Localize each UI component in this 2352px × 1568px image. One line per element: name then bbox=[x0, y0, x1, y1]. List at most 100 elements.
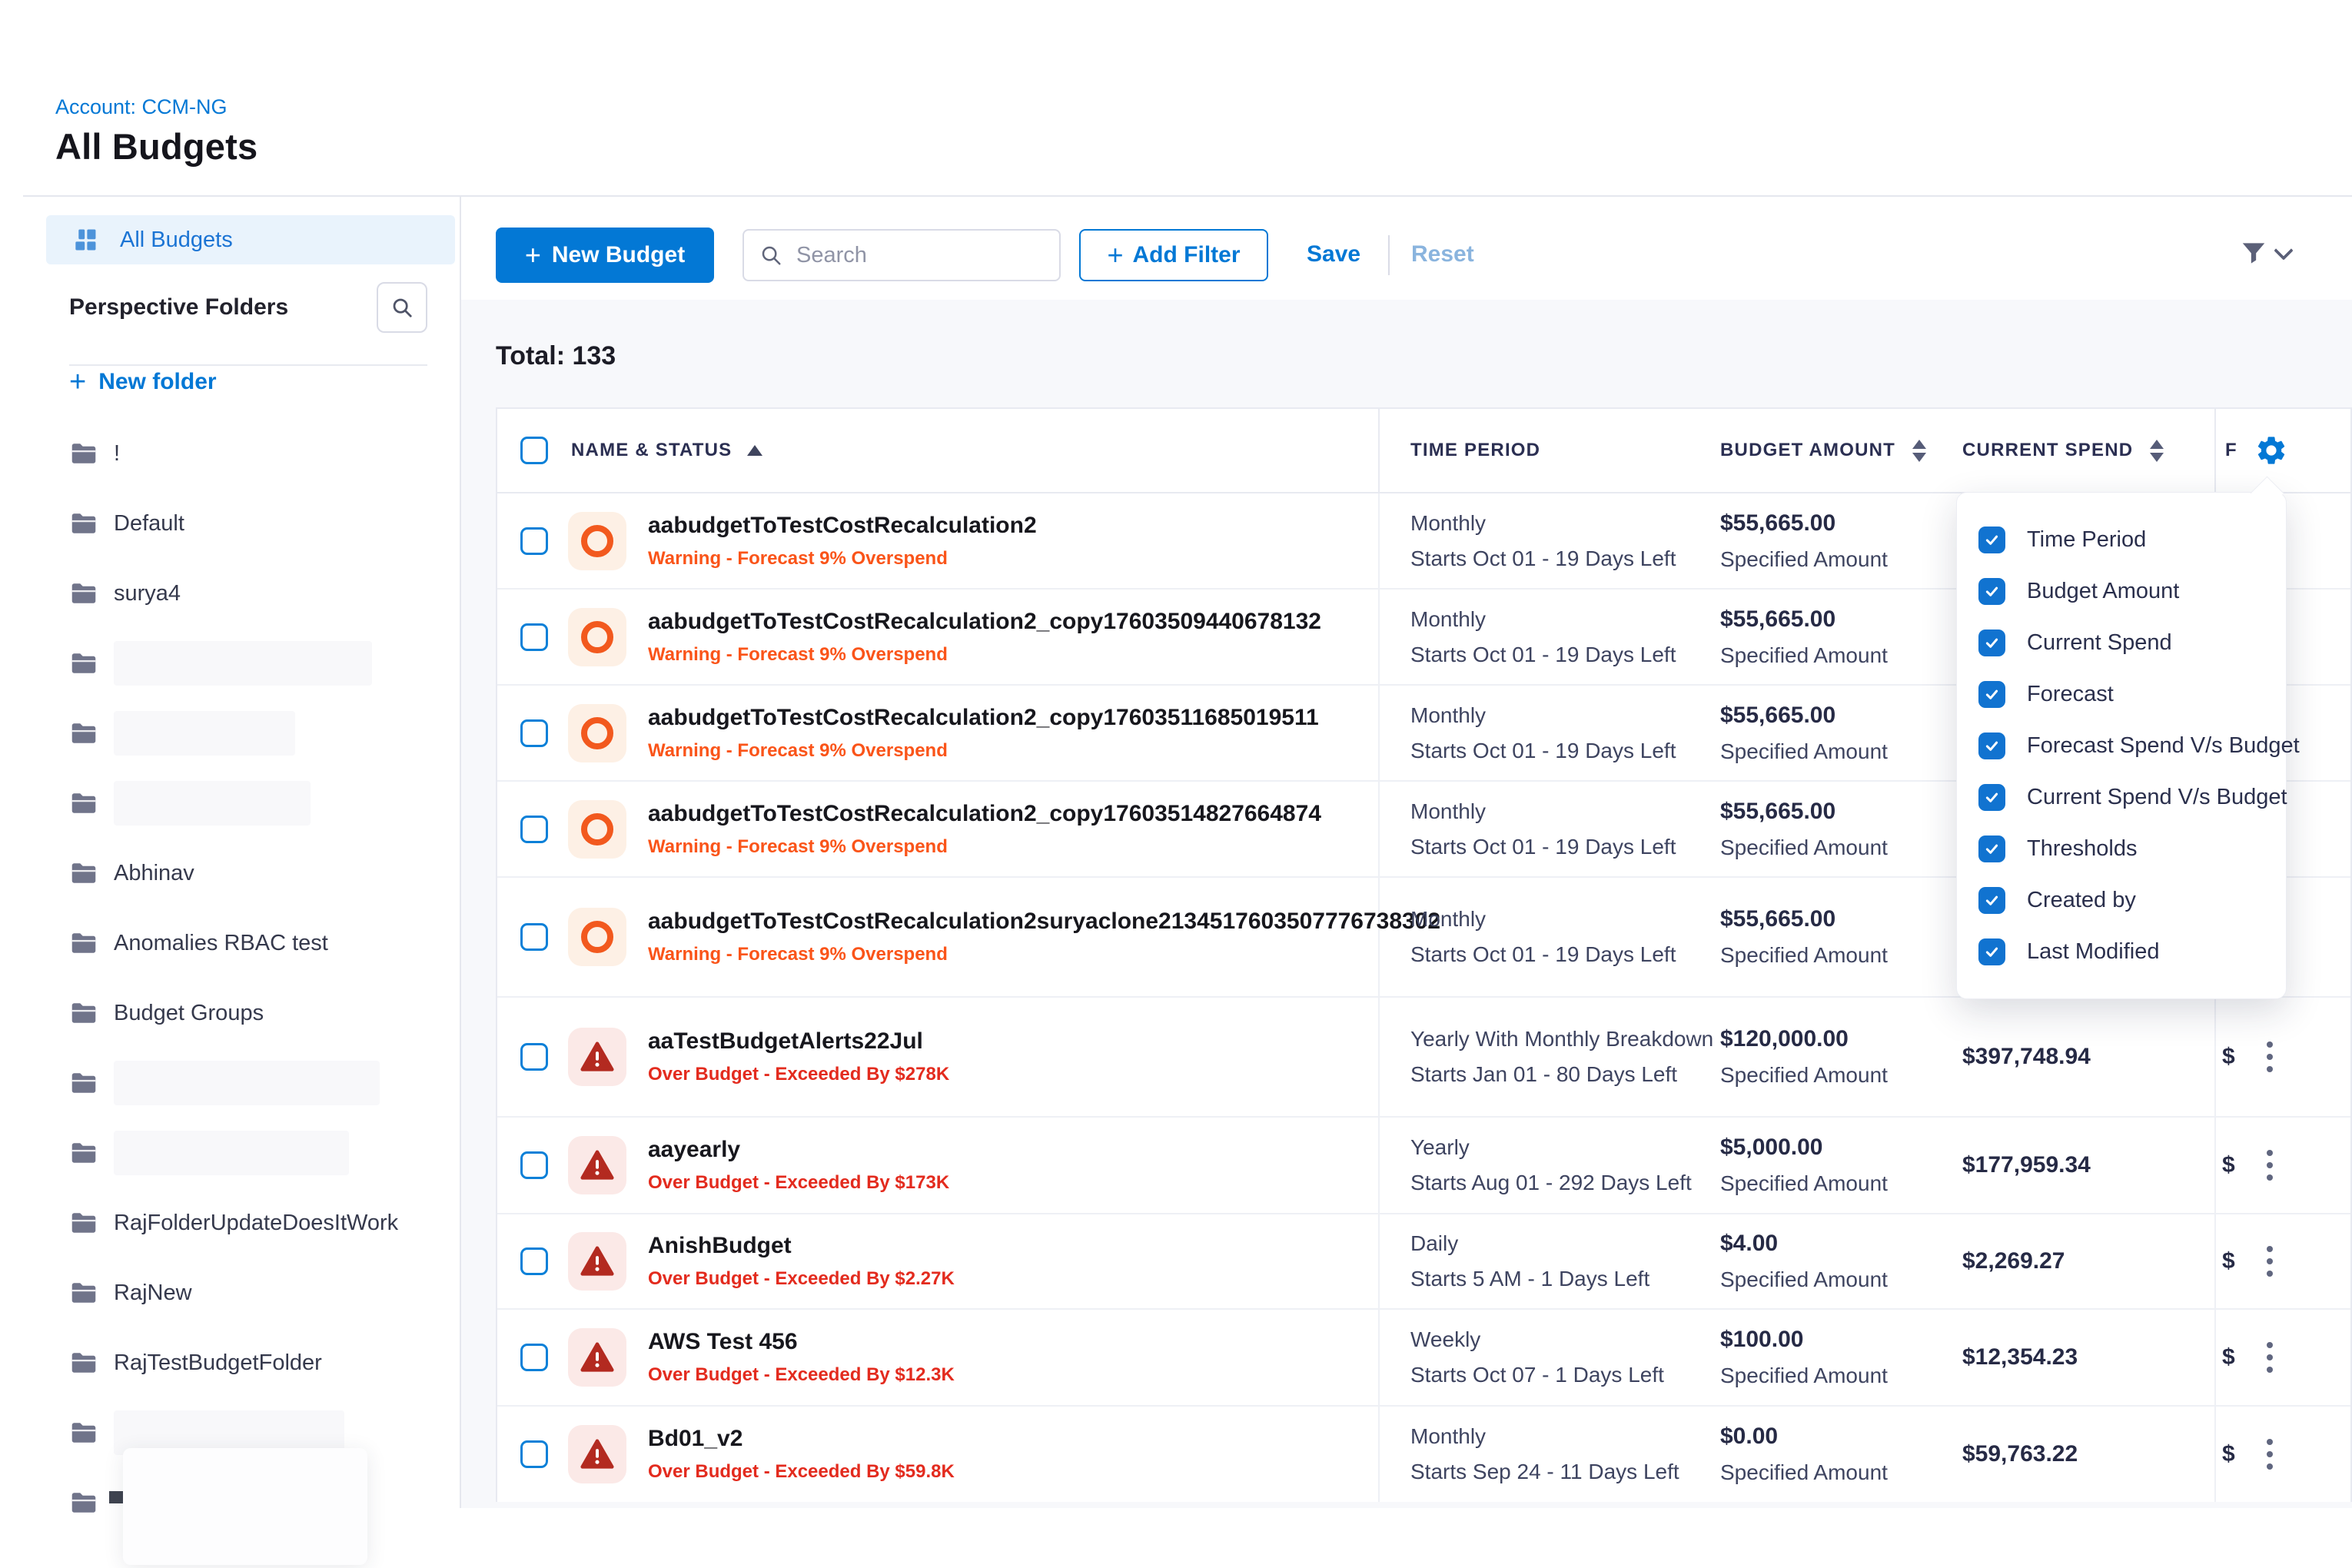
budget-name: aabudgetToTestCostRecalculation2_copy176… bbox=[648, 609, 1321, 635]
checked-checkbox[interactable] bbox=[1978, 733, 2005, 759]
sidebar-folder-label: Abhinav bbox=[114, 861, 194, 886]
save-button[interactable]: Save bbox=[1307, 241, 1360, 267]
sidebar-folder-item[interactable] bbox=[28, 1055, 460, 1111]
new-folder-button[interactable]: + New folder bbox=[69, 361, 217, 403]
sidebar-folder-item[interactable] bbox=[28, 776, 460, 831]
column-toggle-item[interactable]: Last Modified bbox=[1957, 926, 2286, 978]
sort-icon[interactable] bbox=[2150, 440, 2164, 462]
column-toggle-item[interactable]: Forecast bbox=[1957, 669, 2286, 720]
folder-icon bbox=[69, 441, 98, 466]
checked-checkbox[interactable] bbox=[1978, 527, 2005, 553]
row-checkbox[interactable] bbox=[520, 1151, 548, 1179]
redacted-folder-name bbox=[114, 711, 295, 756]
current-spend-value: $397,748.94 bbox=[1962, 1044, 2091, 1070]
search-box bbox=[742, 229, 1061, 281]
reset-button[interactable]: Reset bbox=[1411, 241, 1474, 267]
time-period-detail: Starts Sep 24 - 11 Days Left bbox=[1410, 1460, 1720, 1484]
funnel-icon bbox=[2238, 238, 2269, 267]
column-header-forecast-clipped: F bbox=[2225, 440, 2237, 461]
current-spend-value: $59,763.22 bbox=[1962, 1441, 2078, 1467]
sidebar-folder-item[interactable]: Budget Groups bbox=[28, 985, 460, 1041]
budget-amount-type: Specified Amount bbox=[1720, 1171, 1962, 1196]
account-breadcrumb[interactable]: Account: CCM-NG bbox=[55, 95, 228, 119]
time-period-type: Yearly With Monthly Breakdown bbox=[1410, 1027, 1720, 1051]
column-settings-button[interactable] bbox=[2254, 434, 2288, 467]
checked-checkbox[interactable] bbox=[1978, 681, 2005, 708]
redacted-text-fragment bbox=[109, 1491, 123, 1503]
table-row[interactable]: aayearly Over Budget - Exceeded By $173K… bbox=[497, 1118, 2350, 1214]
table-row[interactable]: Bd01_v2 Over Budget - Exceeded By $59.8K… bbox=[497, 1407, 2350, 1502]
budget-amount-type: Specified Amount bbox=[1720, 943, 1962, 968]
sidebar-folder-item[interactable]: Abhinav bbox=[28, 845, 460, 901]
folder-icon bbox=[69, 511, 98, 536]
column-header-budget-amount[interactable]: BUDGET AMOUNT bbox=[1720, 440, 1895, 461]
add-filter-button[interactable]: + Add Filter bbox=[1079, 229, 1268, 281]
sidebar-folder-item[interactable]: surya4 bbox=[28, 566, 460, 621]
budget-status-text: Over Budget - Exceeded By $278K bbox=[648, 1064, 949, 1085]
time-period-type: Monthly bbox=[1410, 607, 1720, 632]
row-checkbox[interactable] bbox=[520, 623, 548, 651]
row-menu-button[interactable] bbox=[2267, 1436, 2273, 1473]
sort-icon[interactable] bbox=[1912, 440, 1926, 462]
row-checkbox[interactable] bbox=[520, 1247, 548, 1275]
row-checkbox[interactable] bbox=[520, 816, 548, 843]
sidebar-folder-item[interactable] bbox=[28, 1125, 460, 1181]
folder-icon bbox=[69, 1001, 98, 1025]
column-toggle-item[interactable]: Budget Amount bbox=[1957, 566, 2286, 617]
sort-ascending-icon[interactable] bbox=[747, 445, 762, 456]
column-header-name-status[interactable]: NAME & STATUS bbox=[571, 440, 732, 461]
checked-checkbox[interactable] bbox=[1978, 835, 2005, 862]
row-menu-button[interactable] bbox=[2267, 1243, 2273, 1280]
row-checkbox[interactable] bbox=[520, 1344, 548, 1371]
budget-amount-type: Specified Amount bbox=[1720, 1063, 1962, 1088]
column-header-time-period: TIME PERIOD bbox=[1410, 440, 1540, 461]
column-toggle-item[interactable]: Time Period bbox=[1957, 514, 2286, 566]
table-row[interactable]: AnishBudget Over Budget - Exceeded By $2… bbox=[497, 1214, 2350, 1310]
check-icon bbox=[1984, 892, 2000, 909]
checked-checkbox[interactable] bbox=[1978, 784, 2005, 811]
filter-panel-button[interactable] bbox=[2238, 238, 2291, 267]
column-toggle-item[interactable]: Created by bbox=[1957, 875, 2286, 926]
row-menu-button[interactable] bbox=[2267, 1147, 2273, 1184]
search-input[interactable] bbox=[795, 242, 1044, 269]
budget-name: aabudgetToTestCostRecalculation2_copy176… bbox=[648, 801, 1321, 827]
checked-checkbox[interactable] bbox=[1978, 938, 2005, 965]
row-checkbox[interactable] bbox=[520, 1440, 548, 1468]
row-menu-button[interactable] bbox=[2267, 1339, 2273, 1376]
folder-search-button[interactable] bbox=[377, 282, 427, 333]
select-all-checkbox[interactable] bbox=[520, 437, 548, 464]
sidebar-folder-item[interactable]: ! bbox=[28, 426, 460, 481]
budget-name: AnishBudget bbox=[648, 1233, 955, 1259]
column-toggle-item[interactable]: Current Spend V/s Budget bbox=[1957, 772, 2286, 823]
budget-status-text: Warning - Forecast 9% Overspend bbox=[648, 548, 1037, 570]
column-header-current-spend[interactable]: CURRENT SPEND bbox=[1962, 440, 2133, 461]
redacted-folder-name bbox=[114, 781, 311, 826]
table-row[interactable]: AWS Test 456 Over Budget - Exceeded By $… bbox=[497, 1310, 2350, 1407]
sidebar-folder-item[interactable]: RajNew bbox=[28, 1265, 460, 1321]
row-checkbox[interactable] bbox=[520, 923, 548, 951]
sidebar-folder-item[interactable]: Default bbox=[28, 496, 460, 551]
sidebar-folder-item[interactable] bbox=[28, 706, 460, 761]
time-period-detail: Starts Oct 01 - 19 Days Left bbox=[1410, 835, 1720, 859]
table-row[interactable]: aaTestBudgetAlerts22Jul Over Budget - Ex… bbox=[497, 998, 2350, 1118]
sidebar-item-all-budgets[interactable]: All Budgets bbox=[46, 215, 455, 264]
column-toggle-item[interactable]: Thresholds bbox=[1957, 823, 2286, 875]
alert-triangle-icon bbox=[580, 1041, 614, 1072]
sidebar-folder-label: RajFolderUpdateDoesItWork bbox=[114, 1211, 398, 1236]
row-checkbox[interactable] bbox=[520, 527, 548, 555]
time-period-type: Weekly bbox=[1410, 1327, 1720, 1352]
sidebar-folder-item[interactable]: Anomalies RBAC test bbox=[28, 915, 460, 971]
forecast-value-clipped: $ bbox=[2222, 1248, 2256, 1274]
checked-checkbox[interactable] bbox=[1978, 578, 2005, 605]
sidebar-folder-item[interactable]: RajTestBudgetFolder bbox=[28, 1335, 460, 1390]
row-menu-button[interactable] bbox=[2267, 1038, 2273, 1075]
checked-checkbox[interactable] bbox=[1978, 887, 2005, 914]
checked-checkbox[interactable] bbox=[1978, 630, 2005, 656]
row-checkbox[interactable] bbox=[520, 1043, 548, 1071]
column-toggle-item[interactable]: Forecast Spend V/s Budget bbox=[1957, 720, 2286, 772]
row-checkbox[interactable] bbox=[520, 719, 548, 747]
sidebar-folder-item[interactable] bbox=[28, 636, 460, 691]
new-budget-button[interactable]: + New Budget bbox=[496, 228, 714, 283]
column-toggle-item[interactable]: Current Spend bbox=[1957, 617, 2286, 669]
sidebar-folder-item[interactable]: RajFolderUpdateDoesItWork bbox=[28, 1195, 460, 1251]
